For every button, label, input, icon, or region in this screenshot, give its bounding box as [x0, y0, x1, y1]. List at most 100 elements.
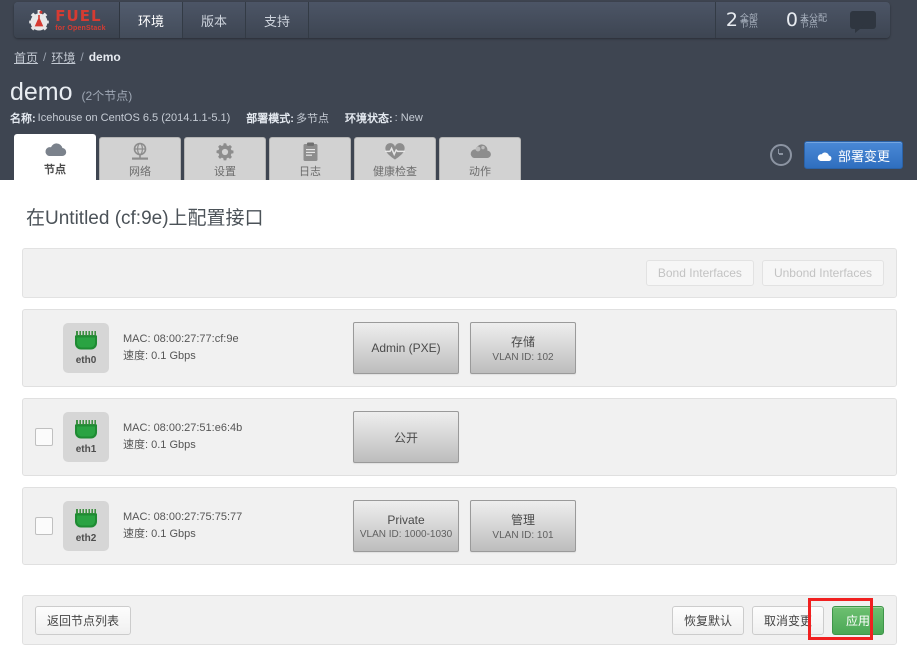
stat-unallocated-label: 未分配 节点 [800, 8, 830, 32]
brand-logo[interactable]: FUEL for OpenStack [14, 2, 120, 38]
interface-checkbox[interactable] [35, 517, 53, 535]
gear-icon [215, 142, 235, 162]
speed-label: 速度: [123, 528, 149, 540]
tab-network[interactable]: 网络 [99, 137, 181, 182]
network-name: 公开 [393, 430, 418, 445]
tab-actions[interactable]: 动作 [439, 137, 521, 182]
fuel-dashboard-page: FUEL for OpenStack 环境 版本 支持 2 全部 节点 0 未分… [0, 0, 917, 670]
heartbeat-icon [383, 142, 407, 162]
nic-name: eth0 [75, 355, 97, 366]
stat-unallocated-line2: 节点 [800, 19, 819, 29]
cancel-changes-button[interactable]: 取消变更 [751, 605, 824, 635]
network-box[interactable]: Private VLAN ID: 1000-1030 [353, 500, 459, 552]
nav-spacer [309, 2, 716, 38]
network-vlan: VLAN ID: 102 [492, 352, 554, 363]
cluster-mode-value: 多节点 [295, 113, 329, 125]
mac-label: MAC: [123, 333, 151, 345]
actions-cloud-icon [468, 142, 492, 162]
breadcrumb: 首页 / 环境 / demo [14, 44, 121, 70]
tab-logs[interactable]: 日志 [269, 137, 351, 182]
assigned-networks: Private VLAN ID: 1000-1030 管理 VLAN ID: 1… [353, 500, 576, 552]
tab-label: 节点 [44, 164, 66, 176]
breadcrumb-environments[interactable]: 环境 [51, 49, 75, 66]
breadcrumb-separator: / [80, 50, 84, 64]
panel-footer: 返回节点列表 恢复默认 取消变更 应用 [22, 595, 897, 645]
mac-value: 08:00:27:75:75:77 [153, 511, 243, 523]
history-clock-icon[interactable] [769, 144, 792, 166]
interface-row: eth2 MAC: 08:00:27:75:75:77 速度: 0.1 Gbps… [22, 487, 897, 565]
interface-info: MAC: 08:00:27:51:e6:4b 速度: 0.1 Gbps [123, 420, 353, 454]
deploy-area: 部署变更 [769, 141, 903, 169]
interface-checkbox[interactable] [35, 428, 53, 446]
network-vlan: VLAN ID: 101 [492, 530, 554, 541]
cluster-meta: 名称: Icehouse on CentOS 6.5 (2014.1.1-5.1… [10, 110, 907, 126]
network-vlan: VLAN ID: 1000-1030 [359, 528, 453, 540]
speed-value: 0.1 Gbps [151, 439, 196, 451]
back-to-node-list-button[interactable]: 返回节点列表 [35, 605, 132, 635]
stat-unallocated-count: 0 [785, 9, 798, 31]
breadcrumb-current: demo [88, 50, 121, 64]
speed-label: 速度: [123, 350, 149, 362]
cluster-header: demo (2个节点) 名称: Icehouse on CentOS 6.5 (… [10, 78, 907, 126]
nav-item-environments[interactable]: 环境 [120, 2, 184, 38]
cloud-icon [43, 140, 67, 160]
nic-name: eth1 [75, 444, 97, 455]
cluster-node-count: (2个节点) [81, 89, 133, 103]
apply-button[interactable]: 应用 [831, 605, 884, 635]
nic-icon: eth2 [63, 501, 109, 551]
interface-info: MAC: 08:00:27:77:cf:9e 速度: 0.1 Gbps [123, 331, 353, 365]
breadcrumb-home[interactable]: 首页 [14, 49, 38, 66]
tab-label: 设置 [214, 165, 236, 178]
nav-item-label: 支持 [264, 13, 291, 29]
mac-value: 08:00:27:77:cf:9e [153, 333, 239, 345]
cluster-name-value: Icehouse on CentOS 6.5 (2014.1.1-5.1) [37, 112, 231, 124]
nav-item-label: 环境 [138, 13, 165, 29]
assigned-networks: 公开 [353, 411, 459, 463]
clipboard-icon [302, 142, 319, 162]
stat-total-nodes[interactable]: 2 全部 节点 [726, 8, 770, 32]
nic-icon: eth0 [63, 323, 109, 373]
speed-value: 0.1 Gbps [151, 528, 196, 540]
nic-icon: eth1 [63, 412, 109, 462]
deploy-changes-label: 部署变更 [837, 148, 890, 164]
tab-label: 动作 [469, 165, 491, 178]
network-box[interactable]: 公开 [353, 411, 459, 463]
bond-interfaces-button[interactable]: Bond Interfaces [645, 260, 754, 286]
tab-label: 网络 [129, 165, 151, 178]
network-box[interactable]: Admin (PXE) [353, 322, 459, 374]
interface-row: eth1 MAC: 08:00:27:51:e6:4b 速度: 0.1 Gbps… [22, 398, 897, 476]
cloud-upload-icon [817, 150, 832, 161]
tab-health-check[interactable]: 健康检查 [354, 137, 436, 182]
assigned-networks: Admin (PXE) 存储 VLAN ID: 102 [353, 322, 576, 374]
tab-settings[interactable]: 设置 [184, 137, 266, 182]
mac-value: 08:00:27:51:e6:4b [153, 422, 243, 434]
network-box[interactable]: 存储 VLAN ID: 102 [470, 322, 576, 374]
network-name: 管理 [510, 513, 535, 527]
network-name: 存储 [510, 335, 535, 349]
bond-toolbar: Bond Interfaces Unbond Interfaces [22, 248, 897, 298]
load-defaults-button[interactable]: 恢复默认 [671, 605, 744, 635]
cluster-name-key: 名称: [10, 113, 36, 125]
unbond-interfaces-button[interactable]: Unbond Interfaces [761, 260, 884, 286]
stat-total-label: 全部 节点 [740, 8, 770, 32]
nic-name: eth2 [75, 533, 97, 544]
network-box[interactable]: 管理 VLAN ID: 101 [470, 500, 576, 552]
nav-item-support[interactable]: 支持 [246, 2, 310, 38]
tab-nodes[interactable]: 节点 [14, 134, 96, 182]
tab-label: 健康检查 [373, 165, 417, 178]
breadcrumb-separator: / [43, 50, 47, 64]
speed-label: 速度: [123, 439, 149, 451]
deploy-changes-button[interactable]: 部署变更 [803, 141, 903, 169]
mac-label: MAC: [123, 422, 151, 434]
stat-total-line2: 节点 [739, 19, 758, 29]
mac-label: MAC: [123, 511, 151, 523]
brand-title: FUEL [55, 6, 102, 25]
stat-unallocated-nodes[interactable]: 0 未分配 节点 [786, 8, 830, 32]
chat-bubble-icon[interactable] [850, 11, 876, 33]
tab-bar: 节点 网络 设置 日志 健康检查 动作 [14, 134, 521, 182]
top-navbar: FUEL for OpenStack 环境 版本 支持 2 全部 节点 0 未分… [14, 2, 890, 38]
configure-interfaces-title: 在Untitled (cf:9e)上配置接口 [26, 208, 264, 229]
nav-item-releases[interactable]: 版本 [183, 2, 247, 38]
cluster-mode-key: 部署模式: [246, 113, 294, 125]
brand-subtitle: for OpenStack [55, 24, 106, 32]
